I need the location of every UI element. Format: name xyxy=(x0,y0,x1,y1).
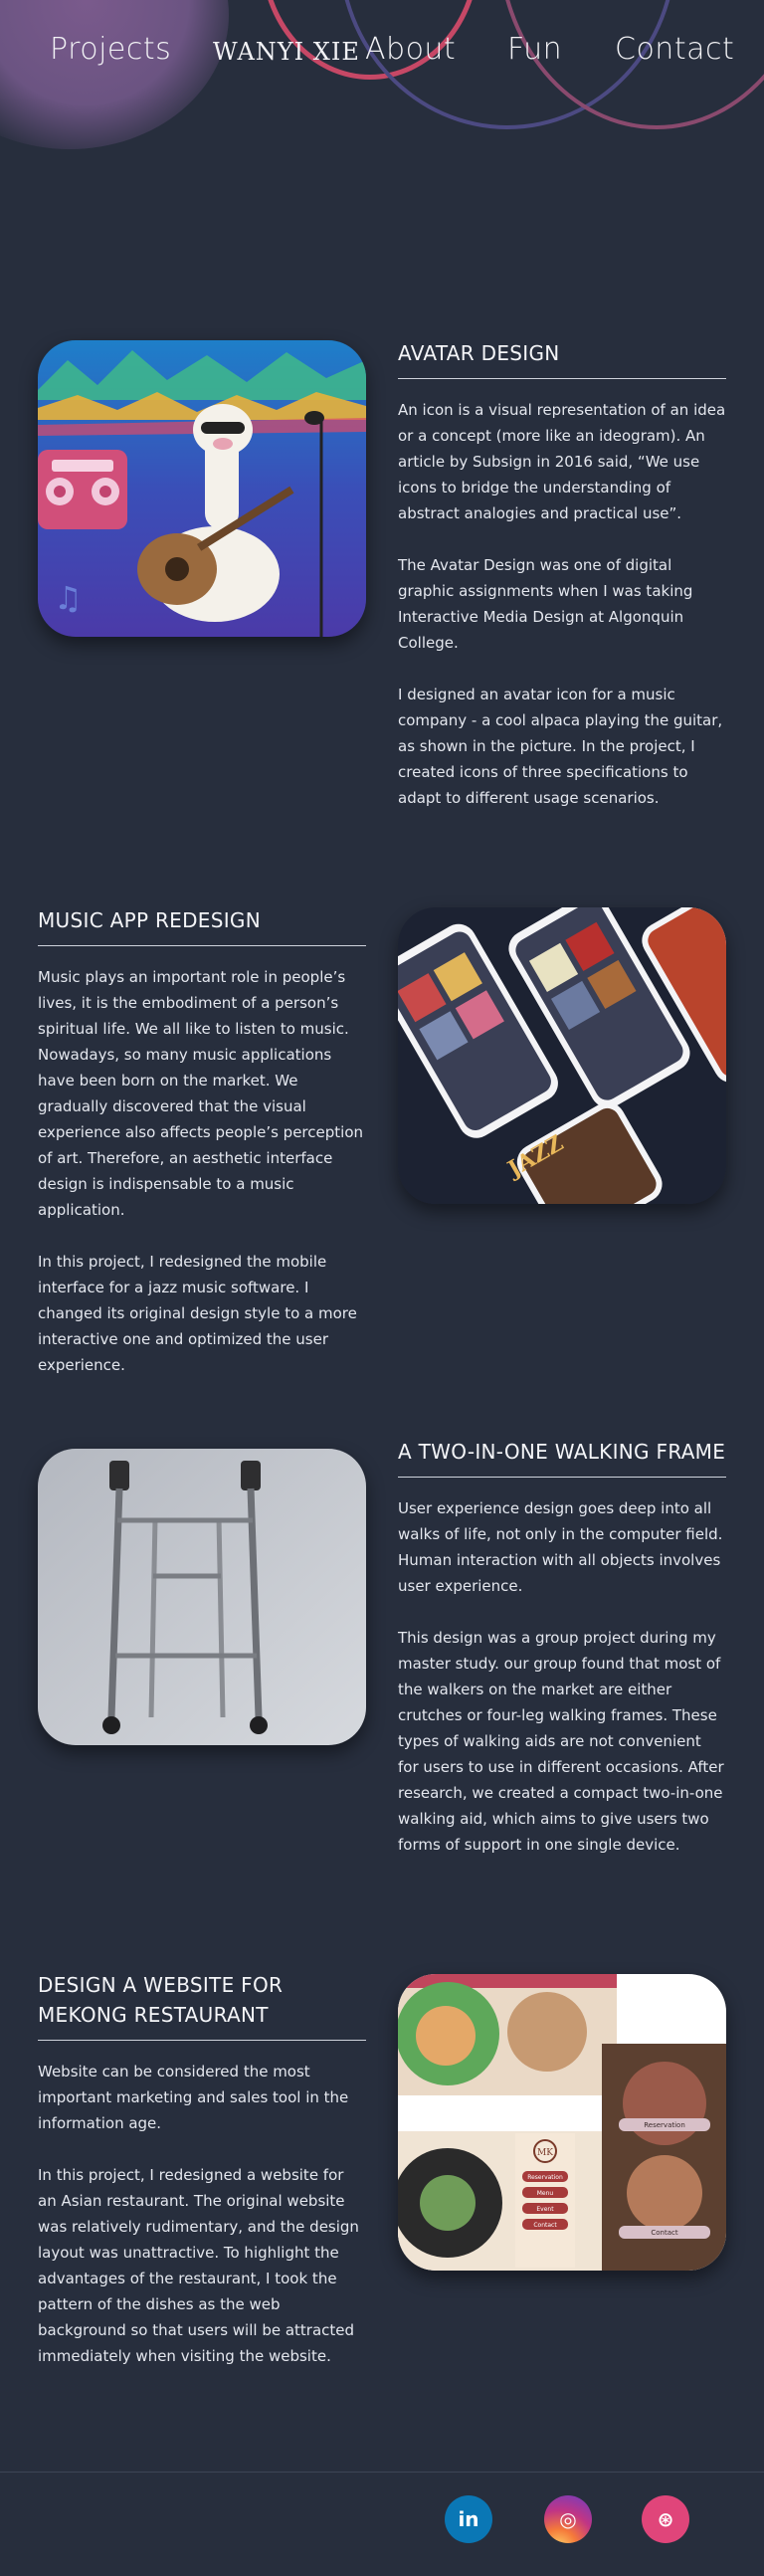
mockup-contact-button: Contact xyxy=(651,2229,677,2237)
svg-text:♫: ♫ xyxy=(54,579,83,617)
dribbble-icon[interactable]: ⊛ xyxy=(642,2495,689,2543)
mockup-menu-item: Event xyxy=(536,2206,554,2213)
section-paragraph: User experience design goes deep into al… xyxy=(398,1499,723,1595)
mockup-reservation-button: Reservation xyxy=(644,2121,685,2129)
nav-about[interactable]: About xyxy=(365,32,456,67)
music-app-text: MUSIC APP REDESIGN Music plays an import… xyxy=(38,905,366,1378)
section-paragraph: In this project, I redesigned a website … xyxy=(38,2166,359,2365)
alpaca-illustration: ♫ xyxy=(38,340,366,637)
restaurant-website-mockup: MK Reservation Menu Event Contact Reserv… xyxy=(398,1974,726,2271)
nav-fun[interactable]: Fun xyxy=(507,32,562,67)
walker-illustration xyxy=(38,1449,366,1745)
music-app-image[interactable]: JAZZ xyxy=(398,907,726,1204)
section-paragraph: Music plays an important role in people’… xyxy=(38,968,364,1219)
mockup-menu-item: Contact xyxy=(533,2222,557,2229)
section-title: A TWO-IN-ONE WALKING FRAME xyxy=(398,1437,726,1478)
mockup-menu-item: Menu xyxy=(537,2190,554,2197)
instagram-glyph: ◎ xyxy=(559,2507,577,2531)
mekong-text: DESIGN A WEBSITE FOR MEKONG RESTAURANT W… xyxy=(38,1970,366,2369)
mekong-logo-text: MK xyxy=(537,2148,553,2158)
main-nav: Projects WANYI XIE About Fun Contact xyxy=(0,32,764,82)
linkedin-glyph: in xyxy=(458,2507,479,2531)
section-title: DESIGN A WEBSITE FOR MEKONG RESTAURANT xyxy=(38,1970,366,2041)
section-title: MUSIC APP REDESIGN xyxy=(38,905,366,946)
dribbble-glyph: ⊛ xyxy=(657,2507,674,2531)
phone-mockups-illustration: JAZZ xyxy=(398,907,726,1204)
walking-frame-image[interactable] xyxy=(38,1449,366,1745)
nav-projects[interactable]: Projects xyxy=(50,32,171,67)
nav-contact[interactable]: Contact xyxy=(615,32,734,67)
avatar-design-text: AVATAR DESIGN An icon is a visual repres… xyxy=(398,338,726,811)
section-paragraph: The Avatar Design was one of digital gra… xyxy=(398,556,693,652)
footer-divider xyxy=(0,2472,764,2473)
instagram-icon[interactable]: ◎ xyxy=(544,2495,592,2543)
mockup-menu-item: Reservation xyxy=(527,2174,563,2181)
section-paragraph: Website can be considered the most impor… xyxy=(38,2063,349,2132)
section-paragraph: I designed an avatar icon for a music co… xyxy=(398,686,723,807)
section-paragraph: This design was a group project during m… xyxy=(398,1629,724,1854)
section-paragraph: In this project, I redesigned the mobile… xyxy=(38,1253,357,1374)
walking-frame-text: A TWO-IN-ONE WALKING FRAME User experien… xyxy=(398,1437,726,1858)
site-header: Projects WANYI XIE About Fun Contact xyxy=(0,0,764,149)
section-paragraph: An icon is a visual representation of an… xyxy=(398,401,726,522)
linkedin-icon[interactable]: in xyxy=(445,2495,492,2543)
avatar-design-image[interactable]: ♫ xyxy=(38,340,366,637)
site-logo[interactable]: WANYI XIE xyxy=(213,38,360,66)
section-title: AVATAR DESIGN xyxy=(398,338,726,379)
mekong-website-image[interactable]: MK Reservation Menu Event Contact Reserv… xyxy=(398,1974,726,2271)
